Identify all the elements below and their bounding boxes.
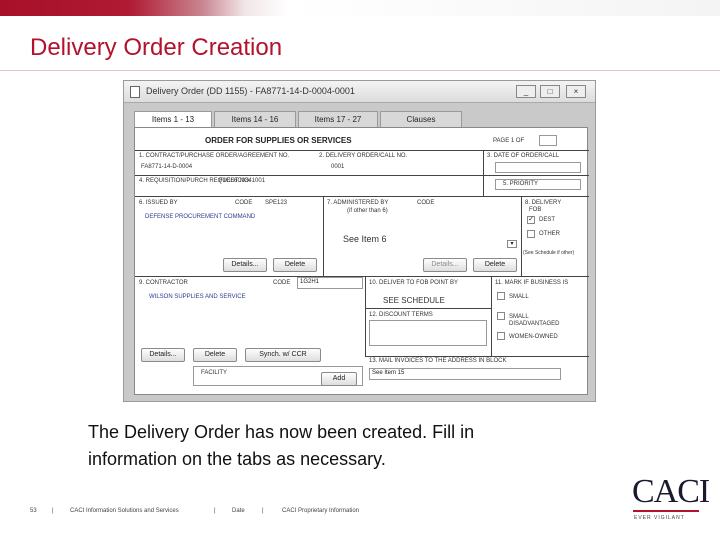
caption-line-2: information on the tabs as necessary. [88,449,386,469]
mail-invoices-input[interactable]: See Item 15 [369,368,561,380]
mail-invoices-label: 13. MAIL INVOICES TO THE ADDRESS IN BLOC… [369,358,507,364]
synch-ccr-button[interactable]: Synch. w/ CCR [245,348,321,362]
contractor-delete-button[interactable]: Delete [193,348,237,362]
maximize-button[interactable]: □ [540,85,560,98]
facility-add-button[interactable]: Add [321,372,357,386]
row-divider [135,175,589,176]
close-button[interactable]: × [566,85,586,98]
discount-terms-input[interactable] [369,320,487,346]
col-divider [521,196,522,276]
call-no-value: 0001 [331,164,345,170]
deliver-to-fob-label: 10. DELIVER TO FOB POINT BY [369,280,459,286]
small-label: SMALL [509,294,529,300]
women-owned-label: WOMEN-OWNED [509,334,558,340]
col-divider [483,150,484,196]
issued-by-code-label: CODE [235,200,253,206]
administered-by-label: 7. ADMINISTERED BY [327,200,389,206]
document-icon [130,86,140,98]
contractor-details-button[interactable]: Details... [141,348,185,362]
caci-logo: CACI [632,473,710,510]
title-divider [0,70,720,71]
administered-by-delete-button[interactable]: Delete [473,258,517,272]
deliver-to-fob-value: SEE SCHEDULE [383,296,445,305]
window-title: Delivery Order (DD 1155) - FA8771-14-D-0… [146,86,355,96]
small-checkbox[interactable] [497,292,505,300]
issued-by-details-button[interactable]: Details... [223,258,267,272]
row-divider [365,308,491,309]
dropdown-arrow-icon[interactable]: ▾ [507,240,517,248]
dd1155-form: ORDER FOR SUPPLIES OR SERVICES PAGE 1 OF… [134,127,589,395]
logo-rule [633,510,699,512]
footer-page-number: 53 [30,508,37,514]
issued-by-name: DEFENSE PROCUREMENT COMMAND [145,214,256,220]
issued-by-label: 6. ISSUED BY [139,200,178,206]
discount-terms-label: 12. DISCOUNT TERMS [369,312,433,318]
administered-by-value: See Item 6 [343,234,387,244]
row-divider [365,356,589,357]
small-disadvantaged-checkbox[interactable] [497,312,505,320]
col-divider [491,276,492,356]
tab-items-17-27[interactable]: Items 17 - 27 [298,111,378,127]
col-divider [323,196,324,276]
page-count-input[interactable] [539,135,557,146]
requisition-value: F1GL6C0341001 [219,178,266,184]
other-checkbox[interactable] [527,230,535,238]
facility-label: FACILITY [201,370,228,376]
footer-separator: | [262,508,264,514]
tab-items-14-16[interactable]: Items 14 - 16 [214,111,296,127]
schedule-note: (See Schedule if other) [523,250,575,256]
dest-checkbox[interactable]: ✓ [527,216,535,224]
top-accent-band [0,0,720,16]
issued-by-code: SPE123 [265,200,288,206]
women-owned-checkbox[interactable] [497,332,505,340]
date-of-order-label: 3. DATE OF ORDER/CALL [487,153,560,159]
col-divider [365,276,366,356]
caption-line-1: The Delivery Order has now been created.… [88,422,475,442]
contractor-name: WILSON SUPPLIES AND SERVICE [149,294,246,300]
footer-company: CACI Information Solutions and Services [70,508,179,514]
small-disadvantaged-label: SMALL DISADVANTAGED [509,314,560,327]
delivery-label: 8. DELIVERY [525,200,562,206]
administered-by-details-button[interactable]: Details... [423,258,467,272]
window-titlebar[interactable]: Delivery Order (DD 1155) - FA8771-14-D-0… [124,81,595,103]
business-type-label: 11. MARK IF BUSINESS IS [495,280,569,286]
footer-separator: | [214,508,216,514]
logo-tagline: EVER VIGILANT [634,515,685,521]
footer-date: Date [232,508,245,514]
contract-no-value: FA8771-14-D-0004 [141,164,193,170]
call-no-label: 2. DELIVERY ORDER/CALL NO. [319,153,408,159]
administered-by-sub: (if other than 6) [347,208,388,214]
footer-proprietary: CACI Proprietary Information [282,508,360,514]
contract-no-label: 1. CONTRACT/PURCHASE ORDER/AGREEMENT NO. [139,153,290,159]
contractor-code-input[interactable]: 1G2H1 [297,277,363,289]
delivery-fob-label: FOB [529,207,542,213]
tab-items-1-13[interactable]: Items 1 - 13 [134,111,212,127]
minimize-button[interactable]: _ [516,85,536,98]
contractor-code-label: CODE [273,280,291,286]
footer-separator: | [52,508,54,514]
contractor-label: 9. CONTRACTOR [139,280,188,286]
delivery-order-window: Delivery Order (DD 1155) - FA8771-14-D-0… [123,80,596,402]
dest-label: DEST [539,217,556,223]
other-label: OTHER [539,231,560,237]
page-label: PAGE 1 OF [493,138,525,144]
priority-label: 5. PRIORITY [503,181,539,187]
date-of-order-input[interactable] [495,162,581,173]
administered-by-code-label: CODE [417,200,435,206]
issued-by-delete-button[interactable]: Delete [273,258,317,272]
tab-clauses[interactable]: Clauses [380,111,462,127]
slide-title: Delivery Order Creation [30,34,283,61]
form-heading: ORDER FOR SUPPLIES OR SERVICES [205,136,352,145]
row-divider [135,150,589,151]
